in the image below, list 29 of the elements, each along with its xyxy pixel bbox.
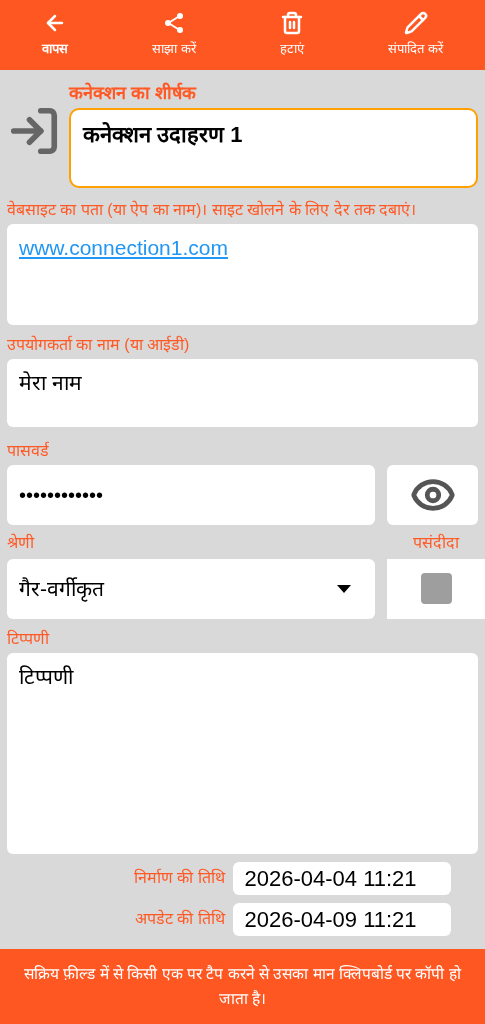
toolbar-button[interactable]: हटाएं (272, 11, 313, 59)
website-link[interactable]: www.connection1.com (19, 235, 228, 259)
favorite-checkbox[interactable] (420, 573, 452, 604)
category-value: गैर-वर्गीकृत (19, 575, 104, 604)
website-input[interactable]: www.connection1.com (7, 223, 478, 325)
trash-icon (280, 11, 305, 36)
date-value: 2026-04-04 11:21 (232, 861, 451, 895)
notes-input[interactable]: टिप्पणी (7, 652, 478, 854)
caret-icon (337, 584, 351, 593)
toolbar-button[interactable]: साझा करें (144, 11, 204, 59)
date-label: अपडेट की तिथि (133, 908, 225, 929)
username-input[interactable]: मेरा नाम (7, 358, 478, 427)
field-label: कनेक्शन का शीर्षक (69, 82, 198, 105)
category-dropdown[interactable]: गैर-वर्गीकृत (7, 558, 375, 619)
date-value: 2026-04-09 11:21 (232, 902, 451, 936)
field-label: श्रेणी (7, 532, 36, 553)
field-label: पासवर्ड (7, 440, 50, 461)
toolbar-button[interactable]: वापस (34, 11, 77, 59)
footer-hint: सक्रिय फ़ील्ड में से किसी एक पर टैप करने से उसका मान क्लिपबोर्ड पर कॉपी हो जाता है। (23, 963, 463, 1009)
toolbar-button[interactable]: संपादित करें (380, 11, 451, 59)
field-label: टिप्पणी (7, 628, 51, 649)
date-label: निर्माण की तिथि (132, 867, 225, 888)
field-label: उपयोगकर्ता का नाम (या आईडी) (7, 334, 191, 355)
field-label: पसंदीदा (413, 532, 459, 553)
password-input[interactable]: •••••••••••• (7, 464, 375, 525)
field-label: वेबसाइट का पता (या ऐप का नाम)। साइट खोलने के लिए देर तक दबाएं। (7, 199, 418, 220)
show-password-button[interactable] (387, 464, 478, 525)
title-input[interactable]: कनेक्शन उदाहरण 1 (69, 107, 478, 188)
pencil-icon (403, 11, 428, 36)
